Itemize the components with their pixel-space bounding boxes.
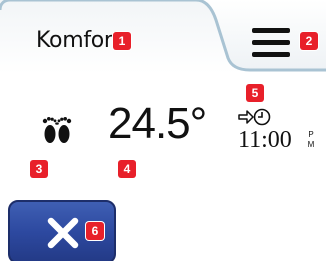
thermostat-screen: Komfort 1 2 3 24.5° 4 5 11:00 P M 6 bbox=[0, 0, 326, 261]
ampm-top: P bbox=[308, 130, 314, 139]
menu-bar-bottom bbox=[252, 52, 290, 57]
callout-badge-6: 6 bbox=[86, 222, 104, 240]
close-icon bbox=[47, 217, 79, 249]
temperature-value: 24.5° bbox=[108, 99, 207, 148]
bare-feet-icon bbox=[42, 117, 72, 143]
callout-badge-5: 5 bbox=[246, 84, 264, 102]
mode-label: Komfort bbox=[36, 28, 121, 53]
next-event-clock-icon bbox=[238, 108, 271, 126]
menu-icon[interactable] bbox=[252, 28, 290, 60]
ampm-indicator: P M bbox=[306, 130, 316, 150]
menu-bar-middle bbox=[252, 40, 290, 45]
callout-badge-2: 2 bbox=[300, 32, 318, 50]
callout-badge-1: 1 bbox=[113, 32, 131, 50]
callout-badge-4: 4 bbox=[118, 160, 136, 178]
next-event-time: 11:00 bbox=[238, 127, 292, 153]
menu-bar-top bbox=[252, 28, 290, 33]
ampm-bottom: M bbox=[307, 140, 315, 149]
callout-badge-3: 3 bbox=[30, 160, 48, 178]
